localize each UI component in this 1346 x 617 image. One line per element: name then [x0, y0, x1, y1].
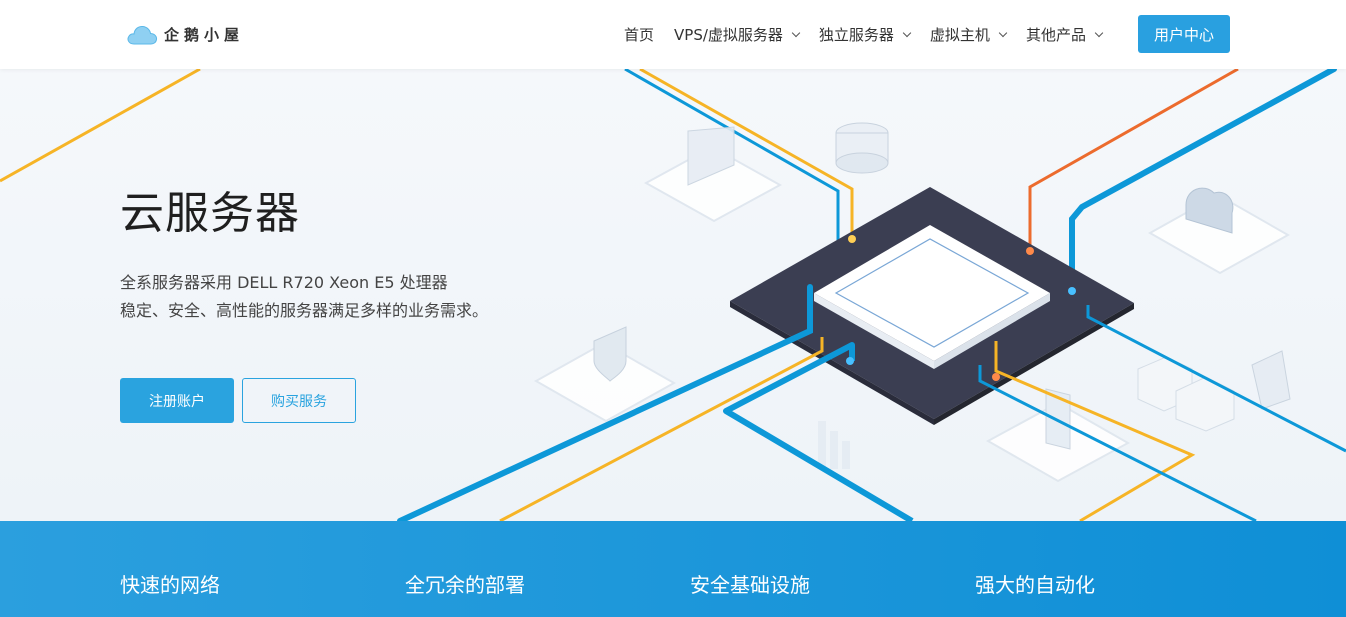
feature-fast-network: 快速的网络: [120, 573, 220, 597]
file-tile: [1251, 350, 1291, 410]
nav-item-other-products[interactable]: 其他产品: [1025, 24, 1104, 45]
feature-automation: 强大的自动化: [975, 573, 1095, 597]
main-nav: 首页 VPS/虚拟服务器 独立服务器 虚拟主机 其他产品: [624, 0, 1122, 69]
hero-title: 云服务器: [120, 188, 300, 239]
nav-item-label: 其他产品: [1025, 26, 1086, 44]
logo-text: 企鹅小屋: [164, 25, 245, 44]
nav-item-home[interactable]: 首页: [624, 24, 654, 45]
chevron-down-icon: [902, 28, 912, 37]
document-tile: [985, 388, 1131, 483]
chevron-down-icon: [1094, 28, 1104, 37]
chevron-down-icon: [998, 28, 1008, 37]
register-account-button[interactable]: 注册账户: [120, 378, 234, 423]
database-tile: [835, 122, 889, 174]
cloud-icon: [127, 25, 158, 45]
hero-description-line: 稳定、安全、高性能的服务器满足多样的业务需求。: [120, 301, 489, 320]
nav-item-label: 独立服务器: [818, 26, 894, 44]
nav-item-vps[interactable]: VPS/虚拟服务器: [674, 24, 801, 45]
buy-service-button[interactable]: 购买服务: [242, 378, 356, 423]
feature-redundant-deployment: 全冗余的部署: [405, 573, 525, 597]
hero-description: 全系服务器采用 DELL R720 Xeon E5 处理器 稳定、安全、高性能的…: [120, 269, 488, 325]
chevron-down-icon: [791, 28, 801, 37]
user-center-button[interactable]: 用户中心: [1138, 15, 1230, 53]
nav-item-label: 虚拟主机: [929, 26, 990, 44]
bar-chart-tile: [818, 421, 850, 469]
hero-description-line: 全系服务器采用 DELL R720 Xeon E5 处理器: [120, 273, 448, 292]
feature-security-infrastructure: 安全基础设施: [690, 573, 810, 597]
top-navbar: 企鹅小屋 首页 VPS/虚拟服务器 独立服务器 虚拟主机 其他产品 用户中心: [0, 0, 1346, 69]
nav-item-virtual-host[interactable]: 虚拟主机: [929, 24, 1008, 45]
nav-item-label: 首页: [624, 26, 655, 44]
site-logo[interactable]: 企鹅小屋: [126, 20, 244, 48]
nav-item-dedicated-server[interactable]: 独立服务器: [818, 24, 912, 45]
cloud-tile: [1147, 187, 1291, 275]
monitor-tile: [643, 126, 783, 223]
nav-item-label: VPS/虚拟服务器: [674, 26, 783, 44]
hero-banner: 云服务器 全系服务器采用 DELL R720 Xeon E5 处理器 稳定、安全…: [0, 69, 1346, 521]
features-bar: 快速的网络 全冗余的部署 安全基础设施 强大的自动化: [0, 521, 1346, 617]
